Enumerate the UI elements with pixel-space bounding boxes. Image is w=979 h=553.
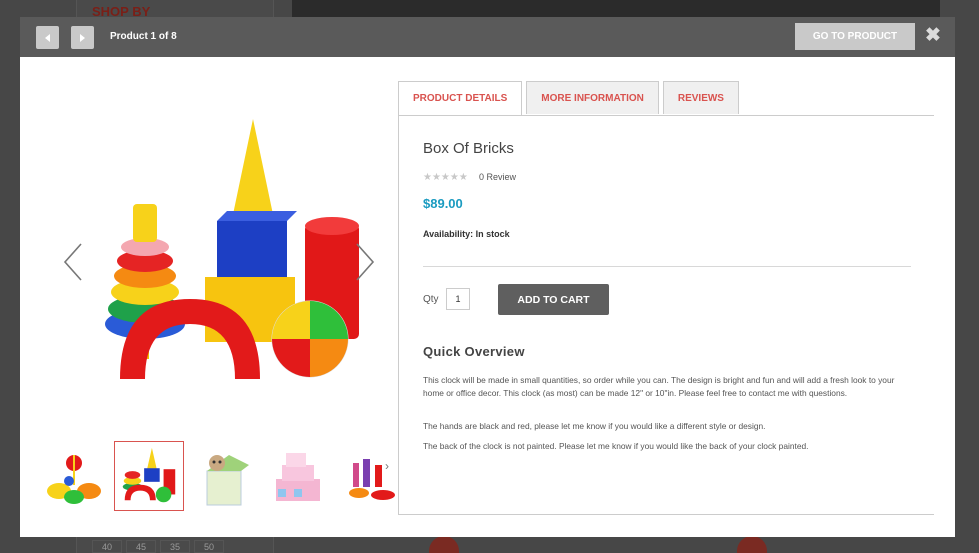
qty-input[interactable]	[446, 288, 470, 310]
quick-overview-heading: Quick Overview	[423, 344, 525, 359]
availability-status: Availability: In stock	[423, 229, 510, 239]
rating-stars-icon: ★★★★★	[423, 172, 468, 183]
thumbnail-next-icon[interactable]: ›	[385, 459, 389, 473]
thumbnail[interactable]	[39, 441, 109, 511]
chevron-left-icon[interactable]	[62, 242, 84, 282]
tab-product-details[interactable]: PRODUCT DETAILS	[398, 81, 523, 115]
review-count[interactable]: 0 Review	[479, 172, 516, 182]
thumbnail[interactable]	[189, 441, 259, 511]
product-counter: Product 1 of 8	[110, 31, 177, 42]
qty-label: Qty	[423, 294, 439, 305]
tab-more-information[interactable]: MORE INFORMATION	[526, 81, 659, 114]
thumbnail[interactable]	[339, 441, 399, 511]
triangle-right-icon	[80, 33, 85, 42]
overview-paragraph: This clock will be made in small quantit…	[423, 375, 895, 398]
close-icon[interactable]: ✖	[925, 25, 941, 47]
product-price: $89.00	[423, 196, 463, 211]
product-tabs: PRODUCT DETAILS MORE INFORMATION REVIEWS	[398, 81, 739, 115]
size-option: 45	[126, 540, 156, 553]
size-option: 50	[194, 540, 224, 553]
product-main-image	[105, 119, 359, 379]
divider	[423, 266, 911, 267]
background-size-filter: 40 45 35 50	[92, 540, 224, 553]
size-option: 40	[92, 540, 122, 553]
background-banner	[292, 0, 940, 17]
thumbnail-active[interactable]	[114, 441, 184, 511]
overview-paragraph: The back of the clock is not painted. Pl…	[423, 441, 809, 451]
quickview-header: Product 1 of 8 GO TO PRODUCT ✖	[20, 17, 955, 57]
chevron-right-icon[interactable]	[354, 242, 376, 282]
product-details-panel: Box Of Bricks ★★★★★ 0 Review $89.00 Avai…	[398, 115, 934, 515]
go-to-product-button[interactable]: GO TO PRODUCT	[795, 23, 915, 50]
prev-product-button[interactable]	[36, 26, 59, 49]
tab-reviews[interactable]: REVIEWS	[662, 81, 739, 114]
add-to-cart-button[interactable]: ADD TO CART	[498, 284, 609, 315]
background-badge	[737, 536, 767, 553]
thumbnail-strip	[39, 441, 399, 513]
triangle-left-icon	[45, 33, 50, 42]
background-badge	[429, 536, 459, 553]
thumbnail[interactable]	[264, 441, 334, 511]
next-product-button[interactable]	[71, 26, 94, 49]
overview-paragraph: The hands are black and red, please let …	[423, 421, 766, 431]
quickview-body: › PRODUCT DETAILS MORE INFORMATION REVIE…	[20, 57, 955, 537]
product-name: Box Of Bricks	[423, 140, 514, 157]
size-option: 35	[160, 540, 190, 553]
